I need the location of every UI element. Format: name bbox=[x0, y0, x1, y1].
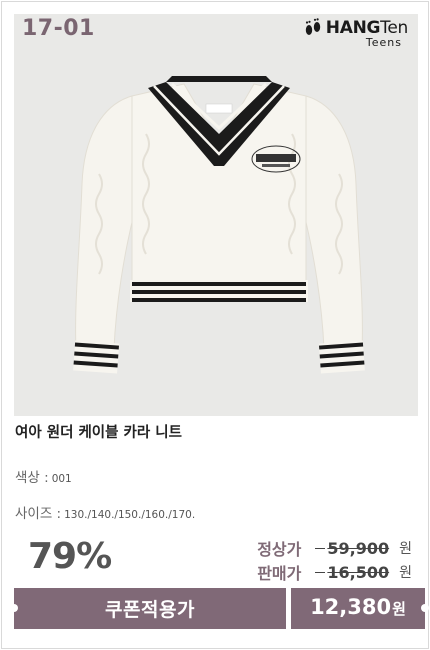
color-value: 001 bbox=[51, 473, 72, 485]
sale-price-label: 판매가 bbox=[257, 564, 302, 583]
footprints-icon bbox=[305, 18, 320, 35]
size-value: 130./140./150./160./170. bbox=[64, 509, 196, 521]
ticket-notch bbox=[10, 604, 18, 612]
coupon-price-unit: 원 bbox=[392, 600, 406, 618]
color-label: 색상 : bbox=[15, 470, 49, 486]
size-label: 사이즈 : bbox=[15, 506, 62, 522]
coupon-label-text: 쿠폰적용가 bbox=[105, 599, 195, 621]
sweater-illustration bbox=[73, 76, 365, 374]
ticket-notch bbox=[421, 604, 429, 612]
size-option: 사이즈 : 130./140./150./160./170. bbox=[15, 502, 195, 522]
regular-price-unit: 원 bbox=[399, 541, 412, 557]
color-option: 색상 : 001 bbox=[15, 466, 72, 486]
brand-name: HANGTen bbox=[325, 18, 409, 38]
coupon-label[interactable]: 쿠폰적용가 bbox=[10, 588, 286, 629]
product-image[interactable]: 17-01 HANGTen Teens bbox=[14, 14, 418, 416]
sale-price-amount: 16,500 bbox=[315, 563, 389, 582]
brand-logo: HANGTen Teens bbox=[304, 18, 408, 49]
sale-price-unit: 원 bbox=[399, 565, 412, 581]
coupon-price-amount: 12,380 bbox=[310, 595, 392, 619]
product-code: 17-01 bbox=[22, 16, 95, 41]
regular-price-amount: 59,900 bbox=[315, 539, 389, 558]
sale-price-row: 판매가 16,500 원 bbox=[257, 560, 412, 584]
product-title[interactable]: 여아 원더 케이블 카라 니트 bbox=[15, 421, 182, 442]
product-card[interactable]: 17-01 HANGTen Teens 여아 원더 케이블 카라 니트 색상:… bbox=[1, 1, 429, 649]
regular-price-row: 정상가 59,900 원 bbox=[257, 536, 412, 560]
regular-price-label: 정상가 bbox=[257, 540, 302, 559]
coupon-price[interactable]: 12,380 원 bbox=[291, 588, 429, 629]
discount-rate: 79% bbox=[28, 536, 112, 577]
coupon-price-bar[interactable]: 쿠폰적용가 12,380 원 bbox=[10, 588, 429, 629]
